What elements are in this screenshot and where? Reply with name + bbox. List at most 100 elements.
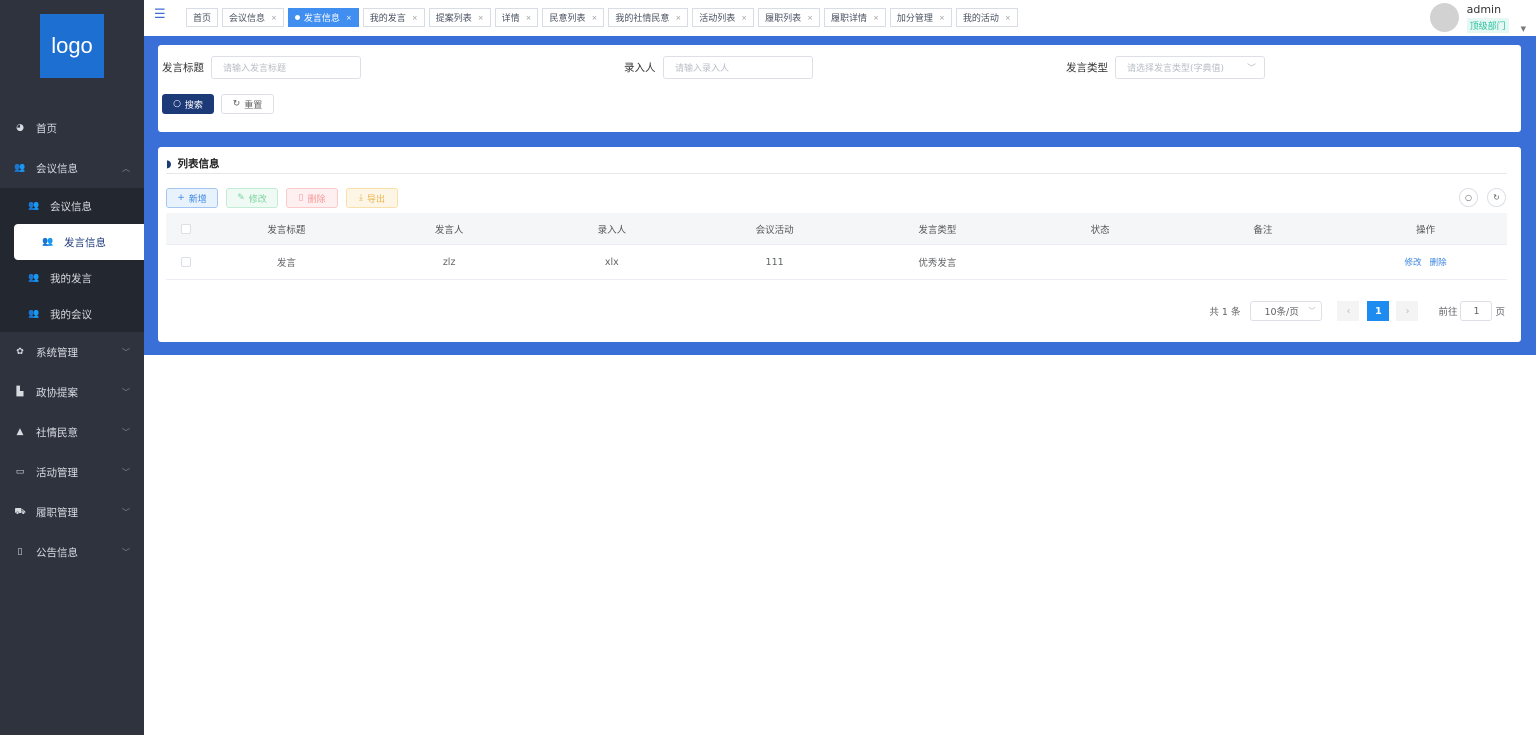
tab-3[interactable]: 我的发言 × [362, 8, 425, 27]
logo: logo [40, 14, 104, 78]
close-icon[interactable]: × [1005, 14, 1011, 22]
sidebar-subitem-meeting-info[interactable]: 👥 会议信息 [0, 188, 144, 224]
sidebar-item-system[interactable]: ✿ 系统管理 ﹀ [0, 332, 144, 372]
sidebar-item-proposal[interactable]: ▙ 政协提案 ﹀ [0, 372, 144, 412]
submenu: 👥 会议信息 👥 发言信息 👥 我的发言 👥 我的会议 [0, 188, 144, 332]
tab-label: 我的发言 [369, 14, 406, 24]
chevron-down-icon: ﹀ [122, 547, 130, 557]
cell-title: 发言 [276, 258, 296, 269]
entry-label: 录入人 [624, 62, 656, 74]
close-icon[interactable]: × [873, 14, 879, 22]
chevron-down-icon: ﹀ [122, 387, 130, 397]
page-1-button[interactable]: 1 [1367, 301, 1390, 321]
close-icon[interactable]: × [939, 14, 945, 22]
user-menu[interactable]: admin 顶级部门 ▼ [1429, 3, 1526, 33]
export-button[interactable]: ⤓ 导出 [346, 188, 398, 208]
edit-button[interactable]: ✎ 修改 [226, 188, 278, 208]
tab-6[interactable]: 民意列表 × [542, 8, 605, 27]
search-toggle-icon[interactable]: ○ [1459, 188, 1478, 207]
close-icon[interactable]: × [741, 14, 747, 22]
close-icon[interactable]: × [807, 14, 813, 22]
tab-1[interactable]: 会议信息 × [222, 8, 284, 27]
sidebar-item-duty[interactable]: ⛟ 履职管理 ﹀ [0, 492, 144, 532]
car-icon: ⛟ [14, 506, 26, 517]
sidebar-item-label: 会议信息 [36, 162, 78, 175]
sidebar-item-label: 发言信息 [64, 236, 106, 249]
next-page-button[interactable]: › [1396, 301, 1419, 321]
search-button[interactable]: ○ 搜索 [162, 94, 214, 114]
add-button[interactable]: + 新增 [166, 188, 218, 208]
active-dot [294, 15, 300, 20]
chevron-down-icon: ﹀ [122, 427, 130, 437]
gear-icon: ✿ [16, 347, 24, 357]
trash-icon: ▯ [298, 193, 304, 203]
list-title: 列表信息 [177, 158, 220, 170]
column-header: 录入人 [597, 224, 627, 236]
chevron-up-icon: ︿ [122, 163, 130, 173]
tab-2[interactable]: 发言信息 × [287, 8, 359, 27]
sidebar-item-opinion[interactable]: ▲ 社情民意 ﹀ [0, 412, 144, 452]
caret-down-icon[interactable]: ▼ [1521, 25, 1526, 33]
tab-label: 我的活动 [962, 14, 999, 24]
edit-icon: ✎ [237, 193, 245, 203]
close-icon[interactable]: × [675, 14, 681, 22]
title-label: 发言标题 [162, 62, 204, 74]
tab-0[interactable]: 首页 [186, 8, 219, 27]
delete-button[interactable]: ▯ 删除 [286, 188, 338, 208]
tab-4[interactable]: 提案列表 × [428, 8, 491, 27]
sidebar-subitem-speech-info[interactable]: 👥 发言信息 [14, 224, 144, 260]
column-header: 备注 [1253, 224, 1273, 236]
page-size-select[interactable]: 10条/页 ﹀ [1250, 301, 1323, 321]
chevron-down-icon: ﹀ [122, 507, 130, 517]
page-unit-label: 页 [1495, 307, 1505, 318]
sidebar-item-label: 履职管理 [36, 506, 78, 519]
sidebar-menu: ◕ 首页 👥 会议信息 ︿ 👥 会议信息 👥 发言信息 👥 我的发言 👥 我的会议 ✿ 系统管理… [0, 108, 144, 572]
close-icon[interactable]: × [526, 14, 532, 22]
tab-9[interactable]: 履职列表 × [758, 8, 821, 27]
goto-page-input[interactable]: 1 [1460, 301, 1493, 321]
sidebar-subitem-my-speech[interactable]: 👥 我的发言 [0, 260, 144, 296]
sidebar-item-notice[interactable]: ▯ 公告信息 ﹀ [0, 532, 144, 572]
tab-11[interactable]: 加分管理 × [889, 8, 952, 27]
refresh-icon[interactable]: ↻ [1487, 188, 1506, 207]
tab-label: 发言信息 [303, 14, 340, 24]
close-icon[interactable]: × [346, 14, 352, 22]
entry-input[interactable]: 请输入录入人 [663, 56, 813, 79]
title-input[interactable]: 请输入发言标题 [211, 56, 361, 79]
column-header: 发言人 [434, 224, 464, 236]
sidebar-item-home[interactable]: ◕ 首页 [0, 108, 144, 148]
menu-toggle-icon[interactable]: ☰ [154, 7, 166, 22]
type-select[interactable]: 请选择发言类型(字典值) ﹀ [1115, 56, 1265, 79]
tabs-bar: 首页 会议信息 × 发言信息 × 我的发言 × 提案列表 × 详情 × 民意列表 × 我的社情民意 × 活动列… [186, 8, 1018, 27]
sidebar-item-label: 我的发言 [50, 272, 92, 285]
avatar[interactable] [1429, 3, 1459, 32]
row-checkbox[interactable] [180, 257, 191, 267]
cell-activity: 111 [765, 256, 784, 268]
tab-label: 民意列表 [549, 14, 586, 24]
sidebar-item-activity[interactable]: ▭ 活动管理 ﹀ [0, 452, 144, 492]
sidebar: logo ◕ 首页 👥 会议信息 ︿ 👥 会议信息 👥 发言信息 👥 我的发言 👥 我的会议 … [0, 0, 144, 735]
cell-entry: xlx [604, 256, 619, 268]
sidebar-item-meeting[interactable]: 👥 会议信息 ︿ [0, 148, 144, 188]
select-all-checkbox[interactable] [180, 223, 191, 234]
tab-12[interactable]: 我的活动 × [955, 8, 1018, 27]
sidebar-item-label: 我的会议 [50, 308, 92, 321]
prev-page-button[interactable]: ‹ [1337, 301, 1360, 321]
sidebar-subitem-my-meeting[interactable]: 👥 我的会议 [0, 296, 144, 332]
search-button-label: 搜索 [184, 100, 203, 111]
reset-button[interactable]: ↻ 重置 [221, 94, 274, 114]
tab-5[interactable]: 详情 × [494, 8, 539, 27]
tab-10[interactable]: 履职详情 × [824, 8, 886, 27]
tab-7[interactable]: 我的社情民意 × [608, 8, 689, 27]
tab-label: 活动列表 [699, 14, 736, 24]
users-icon: 👥 [14, 163, 26, 173]
column-header: 状态 [1090, 224, 1110, 236]
tab-8[interactable]: 活动列表 × [692, 8, 755, 27]
close-icon[interactable]: × [478, 14, 484, 22]
row-delete-link[interactable]: 删除 [1430, 258, 1447, 268]
row-edit-link[interactable]: 修改 [1405, 258, 1422, 268]
dept-badge: 顶级部门 [1466, 18, 1509, 33]
close-icon[interactable]: × [271, 14, 277, 22]
close-icon[interactable]: × [412, 14, 418, 22]
close-icon[interactable]: × [591, 14, 597, 22]
